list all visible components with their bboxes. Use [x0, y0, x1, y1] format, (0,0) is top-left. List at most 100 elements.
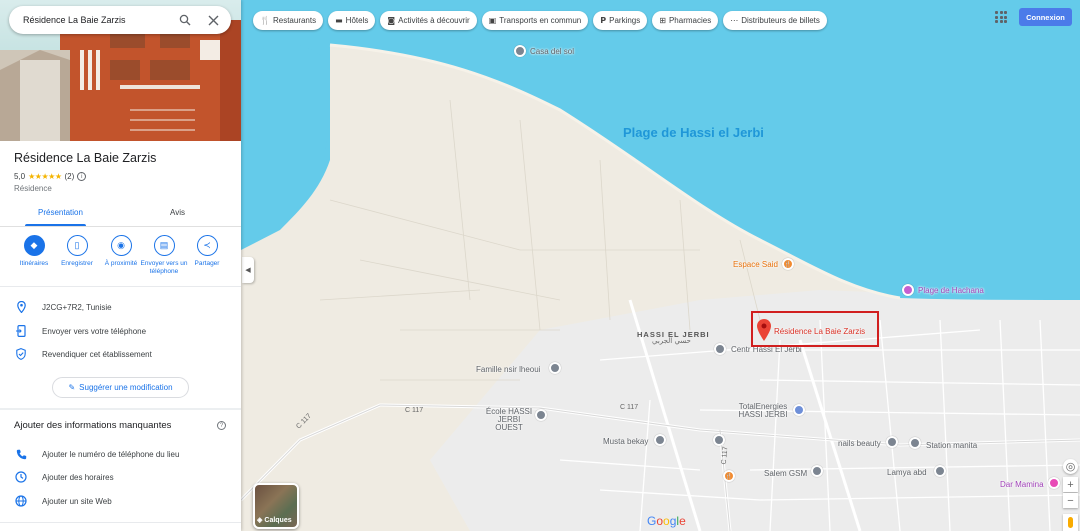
divider [0, 522, 241, 523]
bed-icon: ▬ [335, 16, 343, 25]
station-label[interactable]: Station manita [926, 441, 977, 450]
beach-marker-icon[interactable] [902, 284, 914, 296]
chip-transit[interactable]: ▣ Transports en commun [481, 11, 589, 30]
restaurant-marker-icon[interactable]: 🍴 [723, 470, 735, 482]
school-marker-icon[interactable] [714, 343, 726, 355]
add-hours-row[interactable]: Ajouter des horaires [0, 468, 241, 486]
beach-label: Plage de Hassi el Jerbi [623, 125, 764, 140]
salem-label[interactable]: Salem GSM [764, 469, 807, 478]
google-logo: Google [647, 514, 686, 528]
chip-parkings[interactable]: P Parkings [593, 11, 648, 30]
place-marker-icon[interactable] [909, 437, 921, 449]
place-marker-icon[interactable] [934, 465, 946, 477]
search-input[interactable] [23, 15, 165, 25]
dar-mamina-label[interactable]: Dar Mamina [1000, 480, 1044, 489]
plage-hachana-label[interactable]: Plage de Hachana [918, 286, 984, 295]
tab-presentation[interactable]: Présentation [38, 208, 83, 217]
missing-item-text: Ajouter un site Web [42, 496, 112, 506]
divider [0, 408, 241, 410]
add-website-row[interactable]: Ajouter un site Web [0, 492, 241, 510]
chip-hotels[interactable]: ▬ Hôtels [328, 11, 376, 30]
phone-send-icon [15, 325, 27, 337]
fuel-marker-icon[interactable] [793, 404, 805, 416]
place-category[interactable]: Résidence [14, 184, 52, 193]
active-tab-indicator [25, 224, 86, 226]
detail-send-phone[interactable]: Envoyer vers votre téléphone [0, 322, 241, 340]
nails-label[interactable]: nails beauty [838, 439, 881, 448]
chip-label: Hôtels [345, 16, 369, 25]
info-icon[interactable]: i [77, 172, 87, 181]
road-label: C 117 [405, 407, 424, 414]
divider [0, 286, 241, 287]
bus-icon: ▣ [488, 16, 497, 25]
total-label[interactable]: TotalEnergies HASSI JERBI [731, 403, 795, 419]
connexion-button[interactable]: Connexion [1019, 8, 1072, 26]
layers-button[interactable]: ◈ Calques [253, 483, 299, 529]
place-label[interactable]: Casa del sol [530, 47, 574, 56]
my-location-icon[interactable]: ◎ [1063, 459, 1078, 474]
detail-claim[interactable]: Revendiquer cet établissement [0, 345, 241, 363]
place-tabs: Présentation Avis [0, 199, 241, 227]
pharmacy-icon: ⊞ [659, 16, 666, 25]
place-marker-icon[interactable] [713, 434, 725, 446]
detail-address[interactable]: J2CG+7R2, Tunisie [0, 298, 241, 316]
place-marker-icon[interactable] [811, 465, 823, 477]
add-phone-row[interactable]: Ajouter le numéro de téléphone du lieu [0, 445, 241, 463]
help-icon[interactable]: ? [217, 421, 226, 430]
target-place-label[interactable]: Résidence La Baie Zarzis [774, 327, 865, 336]
place-marker-icon[interactable] [1048, 477, 1060, 489]
collapse-panel-button[interactable]: ◀ [242, 257, 254, 283]
school-marker-icon[interactable] [535, 409, 547, 421]
action-buttons: ◆ Itinéraires ▯ Enregistrer ◉ À proximit… [0, 235, 241, 286]
send-to-phone-button[interactable]: ▤ Envoyer vers un téléphone [140, 235, 188, 276]
category-chips: 🍴 Restaurants ▬ Hôtels ◙ Activités à découv… [253, 11, 827, 30]
zoom-out-button[interactable]: − [1063, 493, 1078, 508]
layers-label: Calques [264, 516, 292, 524]
missing-item-text: Ajouter le numéro de téléphone du lieu [42, 449, 180, 459]
place-marker-icon[interactable] [514, 45, 526, 57]
chip-pharmacies[interactable]: ⊞ Pharmacies [652, 11, 719, 30]
ecole-label[interactable]: École HASSI JERBI OUEST [483, 408, 535, 432]
action-label: Enregistrer [61, 260, 93, 267]
rating-value: 5,0 [14, 172, 26, 181]
espace-said-label[interactable]: Espace Said [733, 260, 778, 269]
famille-label[interactable]: Famille nsir lheoui [476, 365, 540, 374]
lamya-label[interactable]: Lamya abd [887, 468, 927, 477]
share-button[interactable]: ≺ Partager [183, 235, 231, 268]
globe-icon [15, 495, 27, 507]
save-button[interactable]: ▯ Enregistrer [53, 235, 101, 268]
pegman-icon[interactable] [1063, 514, 1078, 531]
area-label-arabic: حسي الجربي [652, 337, 691, 345]
action-label: Envoyer vers un téléphone [140, 260, 188, 275]
place-side-panel: Résidence La Baie Zarzis 5,0 ★★★★★ (2) i… [0, 0, 241, 531]
chip-activities[interactable]: ◙ Activités à découvrir [380, 11, 477, 30]
directions-button[interactable]: ◆ Itinéraires [10, 235, 58, 268]
close-icon[interactable] [205, 12, 221, 28]
suggest-edit-button[interactable]: ✎ Suggérer une modification [52, 377, 189, 398]
musta-label[interactable]: Musta bekay [603, 437, 648, 446]
apps-grid-icon[interactable] [995, 11, 1007, 23]
place-pin-icon[interactable] [757, 319, 771, 341]
parking-icon: P [600, 16, 607, 25]
place-marker-icon[interactable] [886, 436, 898, 448]
search-icon[interactable] [177, 12, 193, 28]
bookmark-icon: ▯ [66, 235, 88, 256]
nearby-button[interactable]: ◉ À proximité [97, 235, 145, 268]
chip-restaurants[interactable]: 🍴 Restaurants [253, 11, 324, 30]
pencil-icon: ✎ [68, 383, 76, 392]
chip-label: Transports en commun [499, 16, 582, 25]
action-label: Partager [194, 260, 220, 267]
detail-text: Envoyer vers votre téléphone [42, 326, 147, 336]
place-marker-icon[interactable] [654, 434, 666, 446]
rating-stars: ★★★★★ [28, 172, 62, 181]
action-label: Itinéraires [19, 260, 49, 267]
place-marker-icon[interactable] [549, 362, 561, 374]
tab-avis[interactable]: Avis [170, 208, 185, 217]
phone-icon [15, 448, 27, 460]
chip-atm[interactable]: ⋯ Distributeurs de billets [723, 11, 827, 30]
send-to-phone-icon: ▤ [153, 235, 175, 256]
restaurant-marker-icon[interactable]: 🍴 [782, 258, 794, 270]
rating-row: 5,0 ★★★★★ (2) i [14, 172, 87, 181]
zoom-in-button[interactable]: + [1063, 477, 1078, 492]
review-count[interactable]: (2) [64, 172, 74, 181]
